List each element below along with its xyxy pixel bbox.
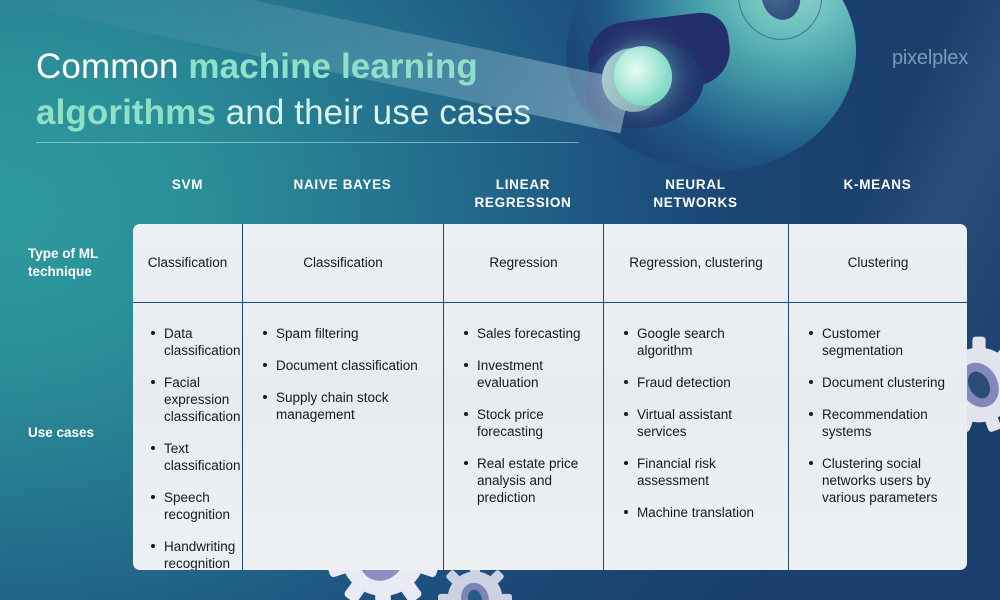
table-row-use-cases: Data classification Facial expression cl… <box>133 302 967 570</box>
column-header-naive-bayes: NAIVE BAYES <box>293 177 392 192</box>
column-header-neural-networks: NEURAL NETWORKS <box>653 177 738 210</box>
title-divider <box>36 142 579 143</box>
infographic-canvas: Common machine learning algorithms and th… <box>0 0 1000 600</box>
robot-visor <box>584 9 734 99</box>
use-case-list: Google search algorithm Fraud detection … <box>624 325 782 521</box>
robot-ear-hole <box>757 0 805 24</box>
use-case-list: Data classification Facial expression cl… <box>151 325 241 570</box>
title-word-machine-learning: machine learning <box>188 47 478 86</box>
list-item: Google search algorithm <box>624 325 782 359</box>
list-item: Facial expression classification <box>151 374 241 425</box>
column-header-k-means: K-MEANS <box>843 177 912 192</box>
column-header-svm: SVM <box>171 177 204 192</box>
list-item: Investment evaluation <box>464 357 597 391</box>
list-item: Financial risk assessment <box>624 455 782 489</box>
cell-naive-bayes-use-cases: Spam filtering Document classification S… <box>242 303 443 570</box>
list-item: Speech recognition <box>151 489 241 523</box>
pixelplex-logo: pixelplex <box>891 47 968 69</box>
robot-head-illustration <box>0 0 866 180</box>
robot-ear-ring <box>728 0 832 49</box>
cell-svm-use-cases: Data classification Facial expression cl… <box>133 303 242 570</box>
cell-k-means-technique: Clustering <box>788 224 967 302</box>
cell-linear-regression-technique: Regression <box>443 224 603 302</box>
list-item: Clustering social networks users by vari… <box>809 455 959 506</box>
list-item: Fraud detection <box>624 374 782 391</box>
list-item: Sales forecasting <box>464 325 597 342</box>
cell-neural-networks-use-cases: Google search algorithm Fraud detection … <box>603 303 788 570</box>
comparison-table: Classification Classification Regression… <box>133 224 967 570</box>
title-word-common: Common <box>36 47 189 86</box>
title-word-use-cases: and their use cases <box>215 93 532 132</box>
row-label-type-of-ml-technique: Type of ML technique <box>28 246 98 279</box>
list-item: Data classification <box>151 325 241 359</box>
list-item: Document classification <box>263 357 437 374</box>
list-item: Supply chain stock management <box>263 389 437 423</box>
cell-neural-networks-technique: Regression, clustering <box>603 224 788 302</box>
use-case-list: Spam filtering Document classification S… <box>263 325 437 423</box>
cell-linear-regression-use-cases: Sales forecasting Investment evaluation … <box>443 303 603 570</box>
use-case-list: Sales forecasting Investment evaluation … <box>464 325 597 506</box>
robot-lens-barrel <box>592 39 674 121</box>
robot-visor-lower <box>578 33 710 137</box>
cell-naive-bayes-technique: Classification <box>242 224 443 302</box>
page-title: Common machine learning algorithms and th… <box>36 44 596 136</box>
list-item: Real estate price analysis and predictio… <box>464 455 597 506</box>
list-item: Machine translation <box>624 504 782 521</box>
list-item: Recommendation systems <box>809 406 959 440</box>
robot-head-shape <box>566 0 856 170</box>
table-row-ml-technique: Classification Classification Regression… <box>133 224 967 302</box>
list-item: Text classification <box>151 440 241 474</box>
list-item: Handwriting recognition <box>151 538 241 570</box>
list-item: Customer segmentation <box>809 325 959 359</box>
row-label-use-cases: Use cases <box>28 425 95 440</box>
column-header-linear-regression: LINEAR REGRESSION <box>474 177 572 210</box>
list-item: Spam filtering <box>263 325 437 342</box>
robot-lens-glass-icon <box>605 37 681 115</box>
table-column-headers: SVM NAIVE BAYES LINEAR REGRESSION NEURAL N… <box>133 176 967 222</box>
use-case-list: Customer segmentation Document clusterin… <box>809 325 959 506</box>
list-item: Virtual assistant services <box>624 406 782 440</box>
cell-k-means-use-cases: Customer segmentation Document clusterin… <box>788 303 967 570</box>
list-item: Stock price forecasting <box>464 406 597 440</box>
list-item: Document clustering <box>809 374 959 391</box>
cell-svm-technique: Classification <box>147 255 228 270</box>
title-word-algorithms: algorithms <box>36 93 216 132</box>
